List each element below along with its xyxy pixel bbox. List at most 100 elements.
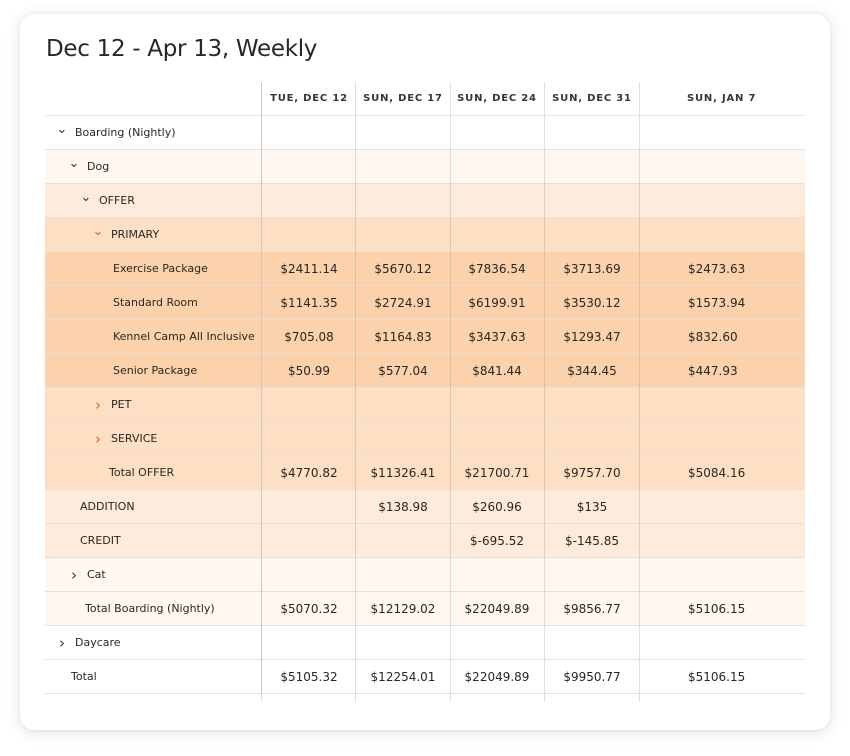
row-label-cell[interactable]: › PET: [45, 388, 262, 421]
value-cell: $1141.35: [280, 295, 338, 310]
chevron-down-icon[interactable]: ⌄: [55, 123, 69, 136]
value-cell: $705.08: [284, 329, 334, 344]
page-title: Dec 12 - Apr 13, Weekly: [46, 36, 318, 62]
value-cell: [544, 184, 640, 217]
value-cell: $22049.89: [464, 669, 530, 684]
value-cell: [356, 422, 450, 455]
table-row: Exercise Package $2411.14 $5670.12 $7836.54…: [45, 252, 805, 286]
value-cell: [262, 490, 356, 523]
value-cell: $9757.70: [563, 465, 621, 480]
value-cell: $832.60: [688, 329, 738, 344]
value-cell: [640, 422, 805, 455]
chevron-right-icon[interactable]: ›: [91, 430, 105, 448]
table-row[interactable]: › Cat: [45, 558, 805, 592]
table-row: Total Boarding (Nightly) $5070.32 $12129.0…: [45, 592, 805, 626]
row-label-cell[interactable]: › Daycare: [45, 626, 262, 659]
chevron-down-icon[interactable]: ⌄: [67, 157, 81, 170]
value-cell: $-695.52: [470, 533, 524, 548]
value-cell: [450, 388, 544, 421]
value-cell: [640, 524, 805, 557]
chevron-right-icon[interactable]: ›: [91, 396, 105, 414]
value-cell: $11326.41: [370, 465, 436, 480]
value-cell: $12129.02: [370, 601, 436, 616]
value-cell: $22049.89: [464, 601, 530, 616]
row-label-cell: Exercise Package: [45, 252, 262, 285]
chevron-right-icon[interactable]: ›: [67, 566, 81, 584]
row-label-cell[interactable]: ⌄ OFFER: [45, 184, 262, 217]
row-label-cell: ADDITION: [45, 490, 262, 523]
column-header: SUN, JAN 7: [687, 93, 757, 104]
value-cell: $12254.01: [370, 669, 436, 684]
value-cell: [356, 524, 450, 557]
value-cell: [544, 116, 640, 149]
value-cell: [262, 524, 356, 557]
value-cell: [262, 626, 356, 659]
value-cell: $4770.82: [280, 465, 338, 480]
table-row[interactable]: ⌄ OFFER: [45, 184, 805, 218]
table-header-row: TUE, DEC 12 SUN, DEC 17 SUN, DEC 24 SUN,…: [45, 82, 805, 116]
row-label: Total OFFER: [109, 466, 175, 479]
row-label: Standard Room: [113, 296, 198, 309]
value-cell: $3530.12: [563, 295, 621, 310]
table-row[interactable]: › PET: [45, 388, 805, 422]
value-cell: [450, 116, 544, 149]
column-header: TUE, DEC 12: [270, 93, 348, 104]
value-cell: $5070.32: [280, 601, 338, 616]
chevron-right-icon[interactable]: ›: [55, 634, 69, 652]
value-cell: [262, 184, 356, 217]
row-label: Exercise Package: [113, 262, 208, 275]
value-cell: $7836.54: [468, 261, 526, 276]
value-cell: $2411.14: [280, 261, 338, 276]
table-row[interactable]: › Daycare: [45, 626, 805, 660]
chevron-down-icon[interactable]: ⌄: [79, 191, 93, 204]
table-row[interactable]: › SERVICE: [45, 422, 805, 456]
row-label-cell[interactable]: ⌄ PRIMARY: [45, 218, 262, 251]
row-label-cell[interactable]: › SERVICE: [45, 422, 262, 455]
row-label: PET: [111, 398, 132, 411]
value-cell: $-145.85: [565, 533, 619, 548]
value-cell: $1573.94: [688, 295, 746, 310]
value-cell: $260.96: [472, 499, 522, 514]
value-cell: [640, 626, 805, 659]
value-cell: [262, 388, 356, 421]
table-row: Senior Package $50.99 $577.04 $841.44 $344.4…: [45, 354, 805, 388]
row-label-cell[interactable]: ⌄ Dog: [45, 150, 262, 183]
value-cell: [544, 626, 640, 659]
value-cell: [356, 388, 450, 421]
row-label-cell[interactable]: ⌄ Boarding (Nightly): [45, 116, 262, 149]
table-row: ADDITION $138.98 $260.96 $135: [45, 490, 805, 524]
table-body: ⌄ Boarding (Nightly) ⌄ Dog ⌄ OFFER ⌄ PRIMARY Exe…: [45, 116, 805, 694]
value-cell: $5106.15: [688, 601, 746, 616]
table-row[interactable]: ⌄ Dog: [45, 150, 805, 184]
row-label: Kennel Camp All Inclusive: [113, 330, 255, 343]
pivot-table: TUE, DEC 12 SUN, DEC 17 SUN, DEC 24 SUN,…: [45, 82, 805, 694]
row-label-cell: Total Boarding (Nightly): [45, 592, 262, 625]
value-cell: $1293.47: [563, 329, 621, 344]
row-label-cell: CREDIT: [45, 524, 262, 557]
value-cell: $344.45: [567, 363, 617, 378]
value-cell: [544, 388, 640, 421]
column-header: SUN, DEC 24: [457, 93, 537, 104]
value-cell: [450, 184, 544, 217]
row-label: SERVICE: [111, 432, 158, 445]
row-label: Dog: [87, 160, 110, 173]
value-cell: [450, 626, 544, 659]
value-cell: $9950.77: [563, 669, 621, 684]
value-cell: $135: [576, 499, 608, 514]
chevron-down-icon[interactable]: ⌄: [91, 225, 105, 238]
value-cell: $50.99: [288, 363, 330, 378]
value-cell: $5670.12: [374, 261, 432, 276]
value-cell: [356, 626, 450, 659]
value-cell: $2724.91: [374, 295, 432, 310]
table-row: Standard Room $1141.35 $2724.91 $6199.91 $35…: [45, 286, 805, 320]
value-cell: $138.98: [378, 499, 428, 514]
value-cell: $5105.32: [280, 669, 338, 684]
row-label-cell[interactable]: › Cat: [45, 558, 262, 591]
table-row[interactable]: ⌄ Boarding (Nightly): [45, 116, 805, 150]
value-cell: [356, 150, 450, 183]
table-row[interactable]: ⌄ PRIMARY: [45, 218, 805, 252]
value-cell: [356, 116, 450, 149]
row-label-cell: Standard Room: [45, 286, 262, 319]
row-label-cell: Total OFFER: [45, 456, 262, 489]
value-cell: [640, 490, 805, 523]
